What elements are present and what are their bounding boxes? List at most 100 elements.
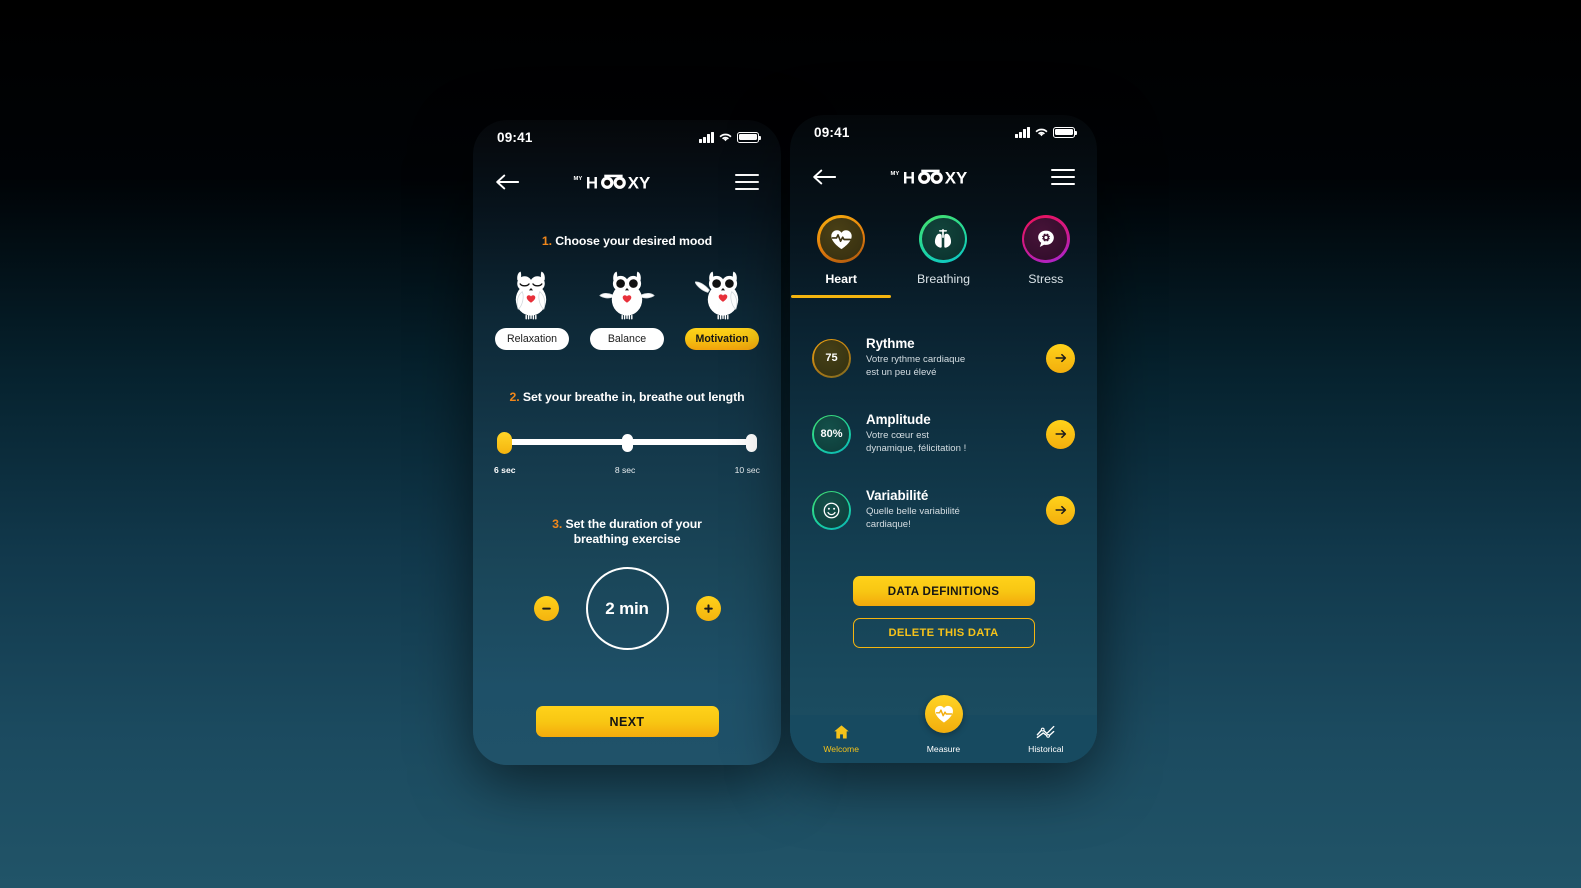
tab-heart[interactable]: Heart: [790, 215, 892, 298]
slider-label-6sec: 6 sec: [494, 465, 516, 475]
step-2-section: 2. Set your breathe in, breathe out leng…: [473, 390, 781, 475]
nav-item-welcome[interactable]: Welcome: [790, 715, 892, 763]
mood-owl-illustrations: [473, 266, 781, 322]
status-bar: 09:41: [790, 115, 1097, 149]
slider-handle-6sec[interactable]: [497, 432, 512, 454]
variabilite-description: Quelle belle variabilité cardiaque!: [866, 506, 960, 530]
battery-icon: [1053, 126, 1078, 138]
logo-h-text: H: [586, 174, 598, 193]
owl-option-balance[interactable]: [591, 266, 663, 322]
breath-length-slider[interactable]: [497, 427, 757, 461]
heart-tab-ring: [817, 215, 866, 263]
rythme-title: Rythme: [866, 336, 915, 352]
battery-icon: [737, 131, 762, 143]
duration-value: 2 min: [585, 567, 669, 650]
signal-bars-icon: [699, 131, 714, 143]
tab-stress[interactable]: Stress: [995, 215, 1097, 286]
amplitude-detail-button[interactable]: [1046, 419, 1075, 449]
slider-labels: 6 sec 8 sec 10 sec: [494, 465, 760, 475]
app-header: MY H XY: [790, 149, 1097, 205]
duration-stepper: 2 min: [473, 567, 781, 650]
smiley-face-icon: [823, 502, 840, 518]
rythme-badge-value: 75: [813, 340, 850, 376]
back-arrow-icon[interactable]: [812, 167, 836, 187]
mood-button-motivation[interactable]: Motivation: [685, 328, 759, 350]
stress-tab-ring: [1021, 215, 1070, 263]
signal-bars-icon: [1015, 126, 1030, 138]
right-phone-mockup: 09:41 MY H XY Heart Breathing Stress 75 …: [790, 115, 1097, 763]
variabilite-title: Variabilité: [866, 488, 929, 504]
slider-label-8sec: 8 sec: [614, 465, 636, 475]
nav-label-welcome: Welcome: [823, 744, 859, 754]
back-arrow-icon[interactable]: [495, 172, 519, 192]
step-3-title: 3. Set the duration of your breathing ex…: [552, 517, 702, 546]
right-phone-screen: 09:41 MY H XY Heart Breathing Stress 75 …: [790, 115, 1097, 763]
rythme-detail-button[interactable]: [1046, 343, 1075, 373]
owl-wing-raised-icon: [695, 271, 739, 320]
metrics-list: 75 Rythme Votre rythme cardiaque est un …: [790, 320, 1097, 548]
nav-label-historical: Historical: [1028, 744, 1064, 754]
brain-gear-icon: [1037, 230, 1054, 248]
heart-pulse-icon: [934, 705, 953, 723]
wifi-icon: [1035, 128, 1048, 136]
svg-text:MY: MY: [890, 171, 899, 177]
owl-option-motivation[interactable]: [687, 266, 759, 322]
delete-this-data-button[interactable]: DELETE THIS DATA: [852, 618, 1035, 648]
heart-pulse-icon: [830, 229, 852, 249]
status-bar-time: 09:41: [814, 124, 850, 140]
mood-button-relaxation[interactable]: Relaxation: [495, 328, 569, 350]
step-3-section: 3. Set the duration of your breathing ex…: [473, 517, 781, 650]
amplitude-badge: 80%: [812, 414, 851, 454]
metric-row-rythme[interactable]: 75 Rythme Votre rythme cardiaque est un …: [790, 320, 1097, 396]
owl-option-relaxation[interactable]: [495, 266, 567, 322]
app-logo: MY H XY: [573, 174, 651, 193]
breathing-tab-ring: [919, 215, 968, 263]
step-2-title: 2. Set your breathe in, breathe out leng…: [509, 390, 745, 404]
nav-item-historical[interactable]: Historical: [995, 715, 1097, 763]
variabilite-badge: [812, 490, 851, 530]
slider-tick-8sec[interactable]: [621, 434, 633, 452]
logo-owl-eyes-icon: [601, 174, 626, 189]
home-icon: [833, 725, 849, 739]
status-bar-time: 09:41: [497, 129, 533, 145]
arrow-right-icon: [1054, 353, 1066, 363]
step-2-number: 2.: [509, 390, 520, 404]
amplitude-description: Votre cœur est dynamique, félicitation !: [866, 430, 967, 454]
metric-row-variabilite[interactable]: Variabilité Quelle belle variabilité car…: [790, 472, 1097, 548]
owl-wings-spread-icon: [599, 271, 655, 320]
arrow-right-icon: [1054, 429, 1066, 439]
slider-tick-10sec[interactable]: [746, 434, 757, 452]
line-chart-icon: [1036, 725, 1055, 739]
nav-label-measure: Measure: [926, 744, 961, 754]
status-bar: 09:41: [473, 120, 781, 154]
duration-decrease-button[interactable]: [533, 596, 559, 621]
rythme-description: Votre rythme cardiaque est un peu élevé: [866, 354, 966, 378]
arrow-right-icon: [1054, 505, 1066, 515]
logo-xy-text: XY: [628, 174, 651, 193]
variabilite-detail-button[interactable]: [1046, 495, 1075, 525]
next-button[interactable]: NEXT: [535, 706, 719, 737]
measure-fab-button[interactable]: [924, 695, 963, 733]
step-1-title: 1. Choose your desired mood: [541, 234, 713, 248]
amplitude-title: Amplitude: [866, 412, 931, 428]
duration-increase-button[interactable]: [695, 596, 721, 621]
svg-text:XY: XY: [944, 169, 967, 188]
hamburger-menu-icon[interactable]: [735, 173, 759, 191]
svg-text:H: H: [902, 169, 914, 188]
mood-button-balance[interactable]: Balance: [590, 328, 664, 350]
data-definitions-button[interactable]: DATA DEFINITIONS: [852, 576, 1035, 606]
slider-label-10sec: 10 sec: [734, 465, 760, 475]
tab-breathing[interactable]: Breathing: [892, 215, 994, 286]
metric-tabs: Heart Breathing Stress: [790, 215, 1097, 298]
app-header: MY H XY: [473, 154, 781, 210]
owl-eyes-closed-icon: [515, 271, 547, 320]
metric-row-amplitude[interactable]: 80% Amplitude Votre cœur est dynamique, …: [790, 396, 1097, 472]
tab-label-heart: Heart: [825, 272, 857, 286]
tab-active-underline: [791, 294, 892, 298]
left-phone-mockup: 09:41 MY H XY 1. Choose your desired moo…: [473, 120, 781, 765]
plus-icon: [703, 604, 713, 613]
logo-my-text: MY: [573, 176, 582, 182]
amplitude-badge-value: 80%: [813, 416, 850, 452]
hamburger-menu-icon[interactable]: [1051, 168, 1075, 186]
step-3-number: 3.: [552, 517, 563, 531]
